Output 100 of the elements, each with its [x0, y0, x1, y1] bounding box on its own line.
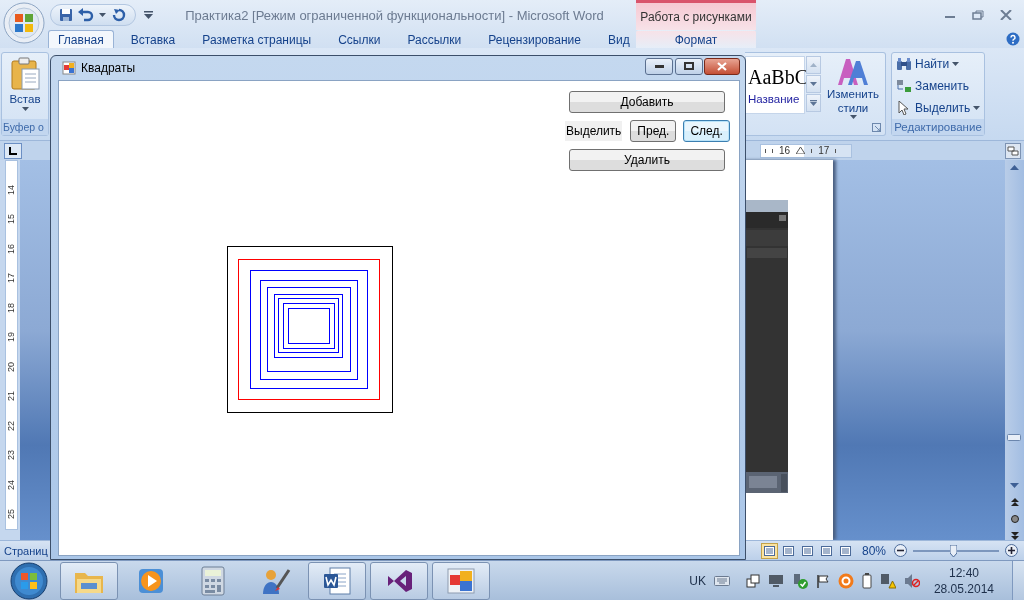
close-icon: [717, 61, 727, 71]
window-title: Квадраты: [81, 61, 137, 75]
flag-icon[interactable]: [815, 573, 830, 588]
undo-icon[interactable]: [78, 8, 94, 22]
draft-icon: [839, 545, 851, 556]
clock[interactable]: 12:40 28.05.2014: [933, 564, 994, 597]
ribbon-tab[interactable]: Рассылки: [397, 30, 472, 48]
ruler-number: 15: [6, 214, 17, 225]
document-icon: [322, 565, 352, 596]
more-arrow-icon: [810, 100, 817, 106]
ruler-number: 22: [6, 420, 17, 431]
web-layout-icon: [801, 545, 813, 556]
zoom-out-icon[interactable]: [894, 544, 907, 557]
group-label: Редактирование: [892, 119, 984, 135]
editing-button[interactable]: Выделить: [892, 97, 984, 119]
dropdown-arrow-icon: [849, 115, 857, 119]
status-text: Страниц: [3, 544, 48, 557]
redo-icon[interactable]: [111, 8, 127, 22]
outline-icon: [820, 545, 832, 556]
ruler-number: 19: [6, 332, 17, 343]
scroll-up-icon[interactable]: [1010, 165, 1019, 170]
maximize-button[interactable]: [675, 57, 703, 75]
button[interactable]: Добавить: [569, 91, 725, 113]
ruler-toggle-icon[interactable]: [1005, 142, 1021, 159]
monitor-icon[interactable]: [767, 573, 784, 588]
style-name: Название: [748, 92, 801, 105]
close-icon[interactable]: [1000, 10, 1012, 20]
window-title: Практика2 [Режим ограниченной функциональности] - Microsoft Word: [184, 7, 605, 23]
scroll-down-icon[interactable]: [1010, 483, 1019, 488]
change-styles-button[interactable]: Изменить стили: [822, 53, 884, 119]
button[interactable]: Удалить: [569, 149, 725, 171]
ribbon-tab[interactable]: Формат: [636, 30, 756, 48]
restore-icon[interactable]: [972, 10, 984, 20]
save-icon[interactable]: [59, 8, 73, 22]
squares-icon: [62, 61, 76, 75]
button[interactable]: След.: [683, 120, 730, 142]
maximize-icon: [684, 62, 694, 70]
indent-marker-icon: [796, 147, 806, 154]
scroll-thumb[interactable]: [1007, 434, 1021, 441]
office-button[interactable]: [3, 2, 45, 44]
ruler-number: 16: [6, 243, 17, 254]
ribbon-tab[interactable]: Разметка страницы: [192, 30, 322, 48]
up-arrow-icon: [810, 63, 817, 67]
select-label: Выделить: [565, 121, 623, 141]
editing-button[interactable]: Заменить: [892, 75, 984, 97]
previous-page-icon[interactable]: [1010, 498, 1019, 506]
ruler-number: 24: [6, 479, 17, 490]
reading-icon: [782, 545, 794, 556]
dropdown-arrow-icon: [21, 107, 29, 111]
browse-object-icon[interactable]: [1010, 515, 1019, 523]
group-label: Буфер о: [2, 119, 48, 135]
tab-stop-button[interactable]: [4, 142, 22, 159]
minimize-icon: [654, 64, 664, 68]
taskbar-button[interactable]: [308, 561, 366, 600]
battery-icon[interactable]: [861, 572, 872, 589]
scroll-down-button[interactable]: [806, 75, 821, 93]
replace-icon: [896, 79, 912, 93]
zoom-level: 80%: [861, 543, 886, 558]
ruler-number: 23: [6, 450, 17, 461]
paste-button[interactable]: Встав: [3, 53, 47, 111]
zoom-in-icon[interactable]: [1005, 544, 1018, 557]
device-check-icon[interactable]: [791, 572, 808, 589]
ribbon-tab[interactable]: Вставка: [120, 30, 186, 48]
clock-time: 12:40: [948, 564, 979, 581]
tab-stop-icon: [9, 146, 17, 155]
windows-stack-icon[interactable]: [745, 573, 760, 588]
letters-a-icon: [836, 57, 870, 87]
clock-date: 28.05.2014: [933, 580, 994, 597]
squares-icon: [446, 566, 476, 595]
start-button[interactable]: [8, 561, 50, 600]
dialog-launcher-icon[interactable]: [872, 122, 881, 132]
ruler-number: 17: [6, 273, 17, 284]
style-preview: AaBbC: [748, 65, 804, 89]
ruler-number: 16: [779, 145, 791, 156]
close-button[interactable]: [704, 57, 740, 75]
style-gallery-item[interactable]: AaBbC Название: [745, 56, 805, 114]
network-warning-icon[interactable]: [879, 572, 896, 589]
view-button[interactable]: [760, 542, 778, 559]
print-layout-icon: [763, 545, 775, 556]
minimize-button[interactable]: [645, 57, 673, 75]
button[interactable]: Пред.: [630, 120, 677, 142]
ruler-number: 14: [6, 184, 17, 195]
down-arrow-icon: [810, 82, 817, 86]
more-button[interactable]: [806, 94, 821, 112]
calculator-icon: [201, 565, 225, 596]
ruler-number: 21: [6, 391, 17, 402]
taskbar-button[interactable]: [432, 561, 490, 600]
customize-icon[interactable]: [144, 11, 153, 19]
slider-thumb[interactable]: [950, 544, 958, 557]
ribbon-tab[interactable]: Рецензирование: [478, 30, 591, 48]
ruler-number: 20: [6, 361, 17, 372]
speaker-muted-icon[interactable]: [903, 572, 920, 589]
language-indicator[interactable]: UK: [689, 573, 706, 588]
taskbar-button[interactable]: [370, 561, 428, 600]
help-icon[interactable]: [1006, 32, 1020, 46]
ribbon-tab[interactable]: Главная: [48, 30, 114, 48]
ribbon-tab[interactable]: Ссылки: [328, 30, 391, 48]
keyboard-icon[interactable]: [713, 575, 730, 586]
contextual-tab-header: Работа с рисунками: [636, 0, 756, 30]
editing-button[interactable]: Найти: [892, 53, 984, 75]
